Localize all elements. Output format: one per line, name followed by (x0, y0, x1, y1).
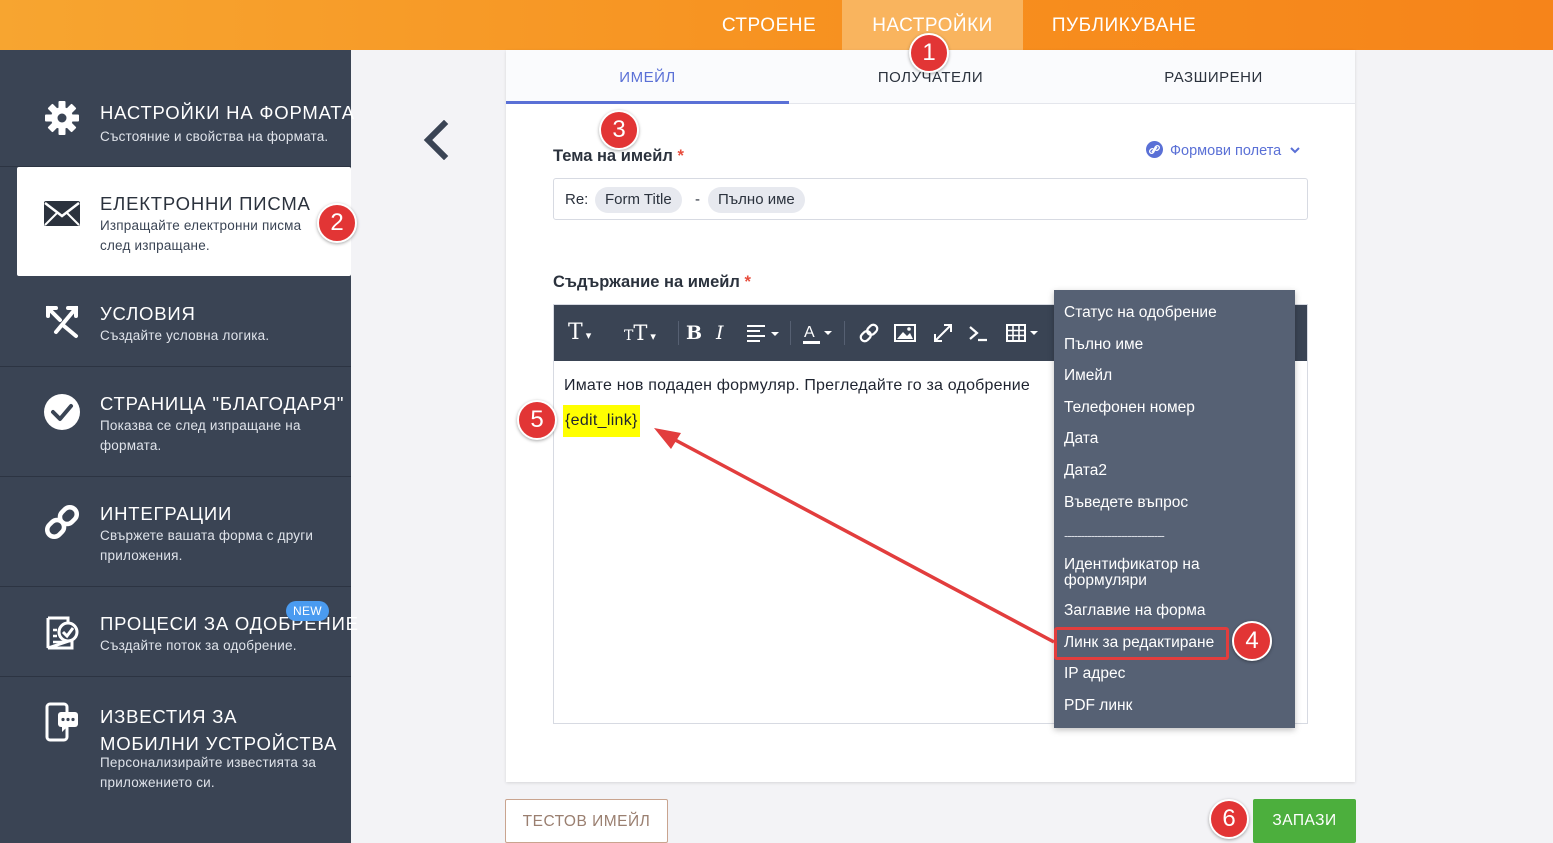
subject-input[interactable]: Re: Form Title - Пълно име (553, 178, 1308, 220)
insert-image-button[interactable] (894, 319, 916, 347)
checkmark-circle-icon (44, 394, 80, 430)
step-marker-1: 1 (909, 33, 949, 73)
menu-item-form-id[interactable]: Идентификатор на формуляри (1064, 557, 1286, 589)
subject-separator: - (695, 191, 700, 208)
form-fields-menu: Статус на одобрение Пълно име Имейл Теле… (1054, 290, 1295, 728)
save-button[interactable]: ЗАПАЗИ (1253, 799, 1356, 843)
menu-item-pdf-link[interactable]: PDF линк (1064, 698, 1286, 714)
fullscreen-button[interactable] (932, 319, 954, 347)
menu-item-ip-address[interactable]: IP адрес (1064, 666, 1286, 682)
menu-item-email[interactable]: Имейл (1064, 368, 1286, 384)
insert-link-button[interactable] (858, 319, 880, 347)
step-marker-4: 4 (1232, 621, 1272, 661)
link-circle-icon (1146, 141, 1163, 158)
menu-separator: ------------------------------ (1064, 528, 1165, 543)
sidebar-item-form-settings[interactable]: НАСТРОЙКИ НА ФОРМАТА Състояние и свойств… (0, 50, 354, 167)
sidebar-item-title: ИЗВЕСТИЯ ЗА МОБИЛНИ УСТРОЙСТВА (100, 706, 338, 754)
link-icon (44, 504, 80, 540)
edit-link-tag: {edit_link} (563, 405, 640, 437)
edit-link-highlight-box (1054, 627, 1229, 660)
subject-field-tag[interactable]: Пълно име (708, 187, 805, 213)
sidebar-item-title: СТРАНИЦА "БЛАГОДАРЯ" (100, 393, 345, 414)
sidebar-item-approval-flows[interactable]: ПРОЦЕСИ ЗА ОДОБРЕНИЕ Създайте поток за о… (0, 587, 358, 677)
menu-item-form-title[interactable]: Заглавие на форма (1064, 603, 1286, 619)
envelope-icon (44, 201, 80, 226)
sidebar-item-thank-you-page[interactable]: СТРАНИЦА "БЛАГОДАРЯ" Показва се след изп… (0, 367, 351, 477)
new-badge: NEW (286, 601, 329, 621)
tab-advanced[interactable]: РАЗШИРЕНИ (1072, 50, 1355, 104)
toolbar-separator (678, 321, 679, 345)
settings-sidebar: НАСТРОЙКИ НА ФОРМАТА Състояние и свойств… (0, 50, 358, 843)
toolbar-separator (790, 321, 791, 345)
chevron-down-icon (1290, 147, 1300, 154)
text-color-button[interactable]: A (802, 319, 836, 347)
required-mark: * (677, 147, 684, 165)
subject-label-text: Тема на имейл (553, 147, 673, 165)
bold-button[interactable]: B (686, 319, 702, 347)
menu-item-date2[interactable]: Дата2 (1064, 463, 1286, 479)
gear-icon (45, 101, 79, 135)
body-label: Съдържание на имейл * (553, 273, 751, 292)
sidebar-item-desc: Показва се след изпращане на формата. (100, 418, 301, 453)
code-view-button[interactable] (967, 319, 989, 347)
sidebar-item-desc: Персонализирайте известията за приложени… (100, 755, 317, 790)
step-marker-6: 6 (1209, 799, 1249, 839)
sidebar-item-conditions[interactable]: УСЛОВИЯ Създайте условна логика. (0, 277, 351, 367)
subject-prefix: Re: (565, 191, 589, 208)
email-body-text: Имате нов подаден формуляр. Прегледайте … (564, 377, 1031, 394)
font-family-button[interactable]: T ▾ (568, 319, 591, 347)
sidebar-item-desc: Състояние и свойства на формата. (100, 129, 329, 144)
sidebar-item-desc: Създайте поток за одобрение. (100, 638, 297, 653)
menu-item-date[interactable]: Дата (1064, 431, 1286, 447)
body-label-text: Съдържание на имейл (553, 273, 740, 291)
sidebar-item-title: ИНТЕГРАЦИИ (100, 503, 233, 524)
tab-build[interactable]: СТРОЕНЕ (707, 0, 831, 50)
toolbar-separator (844, 321, 845, 345)
insert-table-button[interactable] (1006, 319, 1042, 347)
step-marker-2: 2 (317, 203, 357, 243)
sidebar-item-title: НАСТРОЙКИ НА ФОРМАТА (100, 102, 355, 123)
sidebar-item-title: УСЛОВИЯ (100, 303, 196, 324)
form-fields-dropdown[interactable]: Формови полета (1146, 141, 1301, 159)
subject-field-tag[interactable]: Form Title (595, 187, 682, 213)
sidebar-item-emails[interactable]: ЕЛЕКТРОННИ ПИСМА Изпращайте електронни п… (17, 167, 351, 276)
align-button[interactable] (745, 319, 783, 347)
sidebar-item-mobile-notifications[interactable]: ИЗВЕСТИЯ ЗА МОБИЛНИ УСТРОЙСТВА Персонали… (0, 677, 351, 843)
top-navigation-bar: СТРОЕНЕ НАСТРОЙКИ ПУБЛИКУВАНЕ (0, 0, 1553, 50)
step-marker-3: 3 (599, 110, 639, 150)
tab-publish[interactable]: ПУБЛИКУВАНЕ (1034, 0, 1214, 50)
sidebar-item-desc: Изпращайте електронни писма след изпраща… (100, 218, 302, 253)
form-fields-label: Формови полета (1170, 143, 1282, 159)
step-marker-5: 5 (517, 400, 557, 440)
sidebar-item-title: ЕЛЕКТРОННИ ПИСМА (100, 193, 311, 214)
test-email-button[interactable]: ТЕСТОВ ИМЕЙЛ (505, 799, 668, 843)
svg-text:A: A (804, 324, 815, 341)
approval-icon (46, 616, 79, 650)
required-mark: * (744, 273, 751, 291)
conditions-icon (46, 306, 78, 338)
sidebar-item-desc: Свържете вашата форма с други приложения… (100, 528, 314, 563)
menu-item-phone[interactable]: Телефонен номер (1064, 400, 1286, 416)
back-chevron-icon[interactable] (420, 120, 452, 160)
mobile-notification-icon (45, 702, 78, 742)
menu-item-full-name[interactable]: Пълно име (1064, 337, 1286, 353)
italic-button[interactable]: I (716, 319, 724, 347)
menu-item-question[interactable]: Въведете въпрос (1064, 495, 1286, 511)
sidebar-item-integrations[interactable]: ИНТЕГРАЦИИ Свържете вашата форма с други… (0, 477, 351, 587)
sidebar-item-desc: Създайте условна логика. (100, 328, 270, 343)
tab-email[interactable]: ИМЕЙЛ (506, 50, 789, 104)
menu-item-approval-status[interactable]: Статус на одобрение (1064, 305, 1286, 321)
font-size-button[interactable]: TT ▾ (624, 319, 656, 347)
